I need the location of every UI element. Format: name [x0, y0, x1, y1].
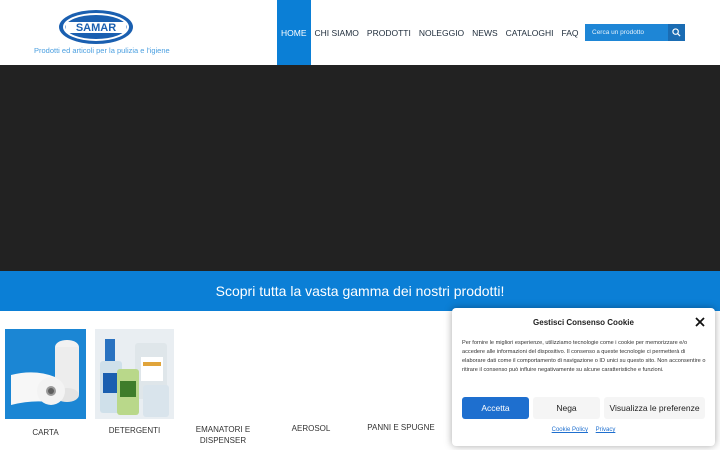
search-icon: [672, 28, 681, 37]
accept-button[interactable]: Accetta: [462, 397, 529, 419]
cookie-policy-link[interactable]: Cookie Policy: [552, 427, 588, 433]
nav-item-noleggio[interactable]: NOLEGGIO: [415, 0, 468, 65]
cookie-body-text: Per fornire le migliori esperienze, util…: [462, 340, 706, 373]
close-icon[interactable]: [695, 317, 705, 327]
preferences-button[interactable]: Visualizza le preferenze: [604, 397, 705, 419]
cookie-consent-dialog: Gestisci Consenso Cookie Per fornire le …: [452, 308, 715, 446]
category-detergenti[interactable]: DETERGENTI: [95, 329, 174, 435]
detergents-image: [95, 329, 174, 419]
privacy-link[interactable]: Privacy: [596, 427, 616, 433]
product-search: [585, 24, 685, 41]
samar-logo[interactable]: SAMAR: [58, 9, 134, 45]
hero-slider: [0, 65, 720, 271]
nav-item-news[interactable]: NEWS: [468, 0, 502, 65]
category-panni-spugne[interactable]: PANNI E SPUGNE: [362, 423, 440, 432]
nav-item-cataloghi[interactable]: CATALOGHI: [502, 0, 558, 65]
paper-roll-image: [5, 329, 86, 419]
site-tagline: Prodotti ed articoli per la pulizia e l'…: [34, 46, 170, 55]
cookie-links: Cookie Policy Privacy: [452, 427, 715, 433]
category-aerosol[interactable]: AEROSOL: [280, 424, 342, 433]
cookie-title: Gestisci Consenso Cookie: [533, 318, 634, 327]
category-label: PANNI E SPUGNE: [367, 423, 435, 432]
products-banner: Scopri tutta la vasta gamma dei nostri p…: [0, 271, 720, 311]
category-label: AEROSOL: [291, 424, 331, 433]
nav-item-prodotti[interactable]: PRODOTTI: [363, 0, 415, 65]
category-carta[interactable]: CARTA: [5, 329, 86, 437]
category-label: DETERGENTI: [108, 426, 161, 435]
nav-item-faq[interactable]: FAQ: [558, 0, 583, 65]
banner-text: Scopri tutta la vasta gamma dei nostri p…: [215, 283, 505, 299]
category-label: CARTA: [32, 428, 59, 437]
logo-text: SAMAR: [76, 22, 116, 34]
nav-item-chi-siamo[interactable]: CHI SIAMO: [311, 0, 363, 65]
category-label: EMANATORI E DISPENSER: [195, 425, 251, 445]
site-header: SAMAR Prodotti ed articoli per la pulizi…: [0, 0, 720, 65]
category-emanatori[interactable]: EMANATORI E DISPENSER: [190, 424, 256, 446]
search-button[interactable]: [668, 24, 685, 41]
main-nav: HOME CHI SIAMO PRODOTTI NOLEGGIO NEWS CA…: [277, 0, 632, 65]
nav-item-home[interactable]: HOME: [277, 0, 311, 65]
deny-button[interactable]: Nega: [533, 397, 600, 419]
search-input[interactable]: [585, 24, 668, 41]
